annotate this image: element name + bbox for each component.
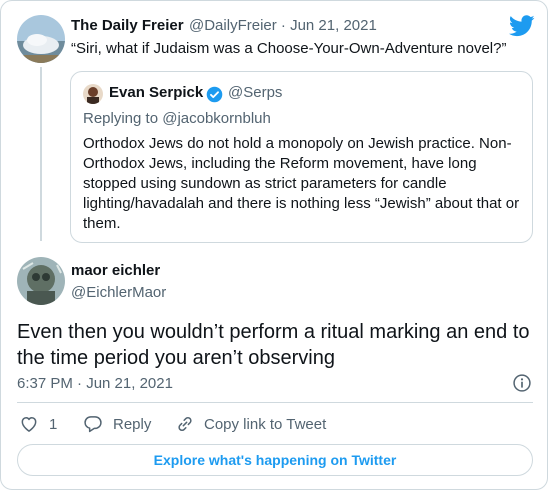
link-icon[interactable]: [175, 414, 195, 434]
replying-to-label[interactable]: Replying to @jacobkornbluh: [83, 110, 271, 127]
embedded-tweet-card: The Daily Freier @DailyFreier · Jun 21, …: [0, 0, 548, 490]
quoted-tweet[interactable]: Evan Serpick @Serps Replying to @jacobko…: [70, 71, 533, 243]
parent-author-handle-date[interactable]: @DailyFreier · Jun 21, 2021: [189, 17, 377, 34]
daily-freier-avatar[interactable]: [17, 15, 65, 63]
quoted-author-handle[interactable]: @Serps: [228, 84, 282, 101]
divider: [17, 402, 533, 403]
maor-eichler-avatar[interactable]: [17, 257, 65, 305]
quoted-author-name[interactable]: Evan Serpick: [109, 84, 203, 101]
twitter-bird-icon[interactable]: [508, 15, 535, 37]
parent-tweet-text: “Siri, what if Judaism was a Choose-Your…: [71, 40, 507, 57]
thread-connector-line: [40, 67, 42, 241]
copy-link-button[interactable]: Copy link to Tweet: [204, 416, 326, 433]
verified-badge-icon: [206, 86, 223, 103]
main-author-name[interactable]: maor eichler: [71, 262, 160, 279]
explore-twitter-button[interactable]: Explore what's happening on Twitter: [17, 444, 533, 476]
main-author-handle[interactable]: @EichlerMaor: [71, 284, 166, 301]
parent-author-name[interactable]: The Daily Freier: [71, 17, 184, 34]
main-tweet-text: Even then you wouldn’t perform a ritual …: [17, 321, 530, 369]
reply-bubble-icon[interactable]: [83, 414, 103, 434]
quoted-tweet-text: Orthodox Jews do not hold a monopoly on …: [83, 135, 520, 232]
like-count[interactable]: 1: [49, 416, 57, 433]
evan-serpick-avatar[interactable]: [83, 84, 103, 104]
reply-button[interactable]: Reply: [113, 416, 151, 433]
tweet-timestamp[interactable]: 6:37 PM · Jun 21, 2021: [17, 375, 173, 392]
heart-icon[interactable]: [19, 414, 39, 434]
info-icon[interactable]: [512, 373, 532, 393]
